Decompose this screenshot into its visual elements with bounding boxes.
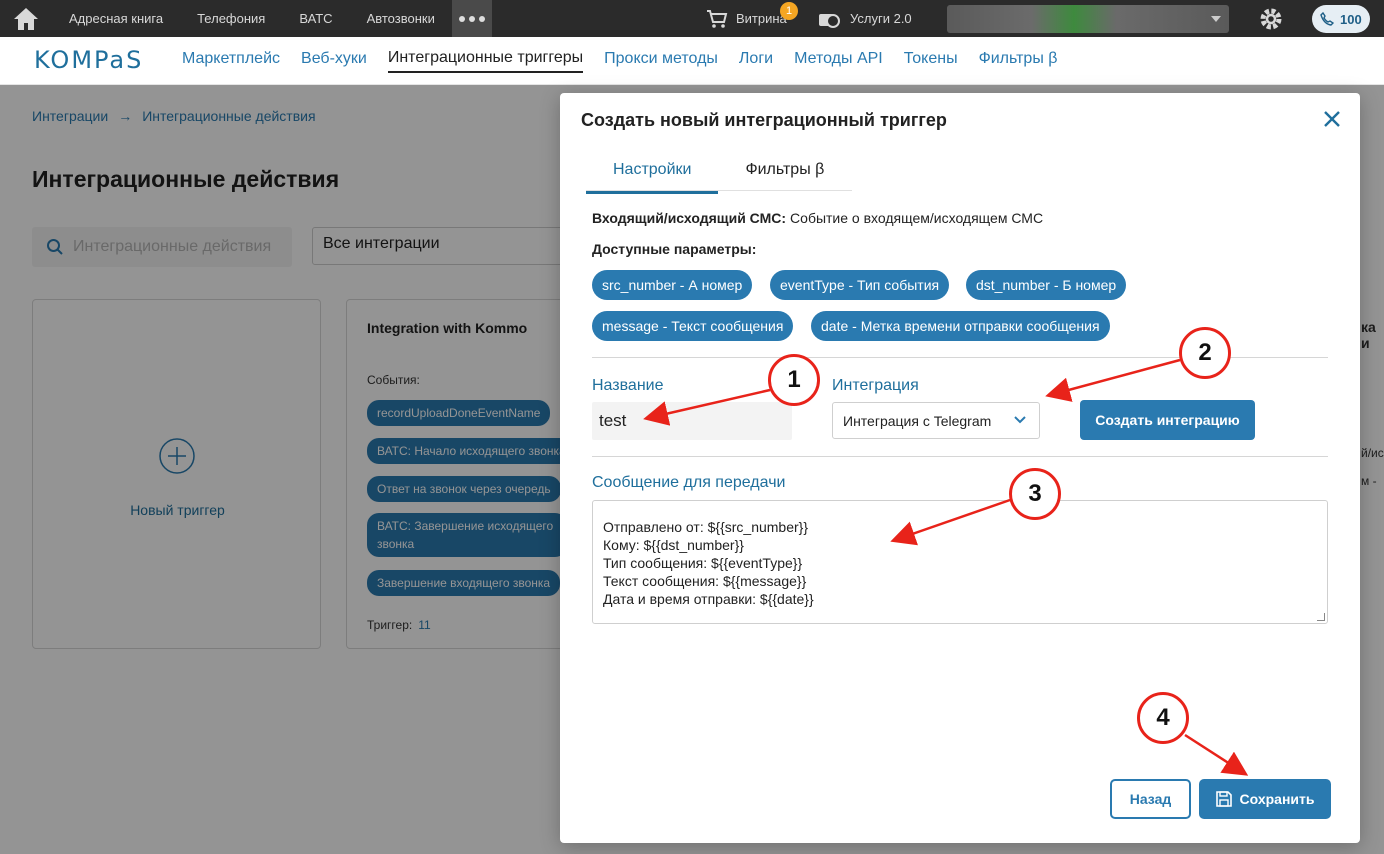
- event-type-value: Событие о входящем/исходящем СМС: [790, 210, 1044, 226]
- save-icon: [1215, 791, 1232, 807]
- divider: [592, 456, 1328, 457]
- integration-select[interactable]: Интеграция с Telegram: [832, 402, 1040, 439]
- event-type-label: Входящий/исходящий СМС:: [592, 210, 787, 226]
- chevron-down-icon: [1014, 416, 1026, 424]
- services-link[interactable]: Услуги 2.0: [818, 0, 912, 37]
- dialog-title: Создать новый интеграционный триггер: [581, 110, 947, 130]
- tabs-divider: [586, 190, 852, 191]
- tab-filters[interactable]: Фильтры β: [718, 153, 851, 194]
- param-chip[interactable]: src_number - А номер: [592, 270, 753, 300]
- shop-label: Витрина: [736, 11, 787, 26]
- annotation-marker: 2: [1179, 327, 1231, 379]
- params-label: Доступные параметры:: [592, 241, 757, 257]
- top-nav-item-vats[interactable]: ВАТС: [282, 0, 349, 37]
- services-icon: [819, 13, 840, 28]
- sub-nav-filters[interactable]: Фильтры β: [979, 50, 1058, 72]
- sub-nav-integration-triggers[interactable]: Интеграционные триггеры: [387, 49, 584, 73]
- annotation-marker: 1: [768, 354, 820, 406]
- chevron-down-icon: [1211, 16, 1221, 22]
- shop-badge: 1: [780, 2, 798, 20]
- close-icon[interactable]: [1322, 109, 1342, 129]
- message-line: Текст сообщения: ${{message}}: [603, 573, 807, 589]
- top-nav-item-autocalls[interactable]: Автозвонки: [350, 0, 452, 37]
- event-type-info: Входящий/исходящий СМС: Событие о входяще…: [592, 210, 1043, 226]
- gear-icon[interactable]: [1258, 6, 1284, 32]
- sub-nav-bar: KOMPaS Маркетплейс Веб-хуки Интеграционн…: [0, 37, 1384, 85]
- create-trigger-dialog: Создать новый интеграционный триггер Нас…: [560, 93, 1360, 843]
- resize-handle[interactable]: [1317, 613, 1325, 621]
- sub-nav-api-methods[interactable]: Методы API: [794, 50, 883, 72]
- top-nav: Адресная книга Телефония ВАТС Автозвонки: [52, 0, 492, 37]
- top-bar: Адресная книга Телефония ВАТС Автозвонки…: [0, 0, 1384, 37]
- save-button[interactable]: Сохранить: [1199, 779, 1331, 819]
- param-chip[interactable]: eventType - Тип события: [770, 270, 950, 300]
- tab-settings[interactable]: Настройки: [586, 153, 719, 194]
- integration-label: Интеграция: [832, 377, 919, 394]
- save-label: Сохранить: [1239, 791, 1315, 807]
- cart-icon: [707, 9, 728, 28]
- message-line: Кому: ${{dst_number}}: [603, 537, 744, 553]
- more-menu-button[interactable]: [451, 0, 492, 37]
- shop-link[interactable]: Витрина: [706, 0, 787, 37]
- message-textarea[interactable]: Отправлено от: ${{src_number}} Кому: ${{…: [592, 500, 1328, 624]
- sub-nav-logs[interactable]: Логи: [739, 50, 773, 72]
- home-icon[interactable]: [12, 6, 40, 32]
- annotation-marker: 3: [1009, 468, 1061, 520]
- account-selector[interactable]: [947, 5, 1229, 33]
- name-label: Название: [592, 377, 664, 394]
- services-label: Услуги 2.0: [850, 11, 912, 26]
- annotation-marker: 4: [1137, 692, 1189, 744]
- sub-nav: Маркетплейс Веб-хуки Интеграционные триг…: [182, 37, 1078, 85]
- param-chip[interactable]: dst_number - Б номер: [966, 270, 1127, 300]
- message-line: Тип сообщения: ${{eventType}}: [603, 555, 803, 571]
- sub-nav-tokens[interactable]: Токены: [904, 50, 958, 72]
- message-line: Отправлено от: ${{src_number}}: [603, 519, 809, 535]
- sub-nav-webhooks[interactable]: Веб-хуки: [301, 50, 367, 72]
- top-nav-item-address-book[interactable]: Адресная книга: [52, 0, 180, 37]
- sub-nav-marketplace[interactable]: Маркетплейс: [182, 50, 280, 72]
- back-button[interactable]: Назад: [1110, 779, 1191, 819]
- calls-counter[interactable]: 100: [1312, 5, 1370, 33]
- dialog-tabs: Настройки Фильтры β: [586, 153, 851, 194]
- top-nav-item-telephony[interactable]: Телефония: [180, 0, 282, 37]
- create-integration-button[interactable]: Создать интеграцию: [1080, 400, 1255, 440]
- sub-nav-proxy-methods[interactable]: Прокси методы: [604, 50, 718, 72]
- phone-icon: [1320, 12, 1334, 26]
- param-chip[interactable]: date - Метка времени отправки сообщения: [811, 311, 1110, 341]
- param-chip[interactable]: message - Текст сообщения: [592, 311, 794, 341]
- calls-count: 100: [1340, 11, 1362, 27]
- integration-select-value: Интеграция с Telegram: [843, 413, 992, 429]
- message-line: Дата и время отправки: ${{date}}: [603, 591, 814, 607]
- name-input[interactable]: test: [592, 402, 792, 440]
- message-label: Сообщение для передачи: [592, 474, 786, 491]
- logo[interactable]: KOMPaS: [34, 46, 143, 74]
